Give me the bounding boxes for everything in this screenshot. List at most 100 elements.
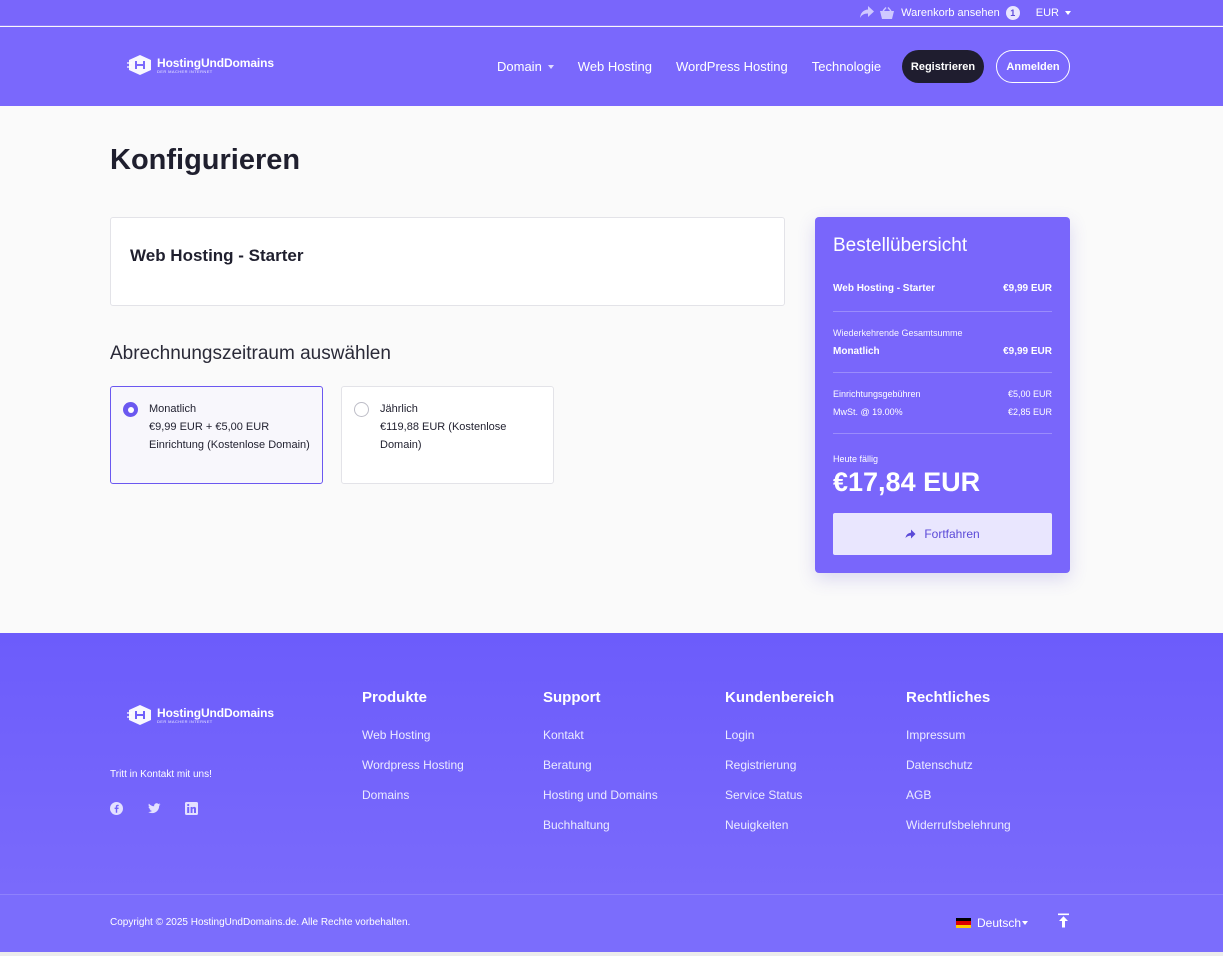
billing-option-price: €119,88 EUR (Kostenlose Domain) (380, 421, 507, 451)
recurring-price: €9,99 EUR (1003, 346, 1052, 357)
divider (833, 433, 1052, 434)
nav-item-technologie[interactable]: Technologie (812, 59, 881, 74)
login-button[interactable]: Anmelden (996, 50, 1070, 83)
footer-column-kundenbereich: Kundenbereich Login Registrierung Servic… (725, 689, 834, 848)
register-button[interactable]: Registrieren (902, 50, 984, 83)
footer-column-heading: Produkte (362, 689, 428, 706)
tax-price: €2,85 EUR (1007, 407, 1052, 417)
nav-item-label: Domain (497, 59, 542, 74)
footer-link[interactable]: Web Hosting (362, 728, 464, 758)
facebook-icon[interactable] (110, 802, 123, 815)
billing-option-yearly[interactable]: Jährlich €119,88 EUR (Kostenlose Domain) (341, 386, 554, 484)
summary-product-row: Web Hosting - Starter €9,99 EUR (833, 283, 1052, 294)
footer-link[interactable]: Impressum (906, 728, 1011, 758)
order-summary: Bestellübersicht Web Hosting - Starter €… (815, 217, 1070, 573)
footer-link[interactable]: Registrierung (725, 758, 834, 788)
cart-count-badge: 1 (1005, 6, 1020, 20)
nav-item-domain[interactable]: Domain (497, 59, 554, 74)
footer-column-heading: Rechtliches (906, 689, 991, 706)
setup-fee-label: Einrichtungsgebühren (833, 389, 921, 399)
footer-column-rechtliches: Rechtliches Impressum Datenschutz AGB Wi… (906, 689, 1011, 848)
nav-item-label: WordPress Hosting (675, 59, 788, 74)
twitter-icon[interactable] (148, 802, 161, 815)
german-flag-icon (956, 918, 971, 928)
brand-logo[interactable]: HostingUndDomains DER MACHER INTERNET (127, 54, 274, 76)
tax-label: MwSt. @ 19.00% (833, 407, 903, 417)
topbar-actions: Warenkorb ansehen 1 EUR (879, 0, 1071, 26)
footer: HostingUndDomains DER MACHER INTERNET Tr… (0, 633, 1223, 894)
summary-recurring-row: Monatlich €9,99 EUR (833, 346, 1052, 357)
billing-option-label: Monatlich (149, 403, 197, 415)
arrow-up-icon[interactable] (1057, 913, 1070, 928)
continue-button[interactable]: Fortfahren (833, 513, 1052, 555)
setup-fee-price: €5,00 EUR (1007, 389, 1052, 399)
share-arrow-icon[interactable] (859, 5, 875, 19)
footer-column-heading: Kundenbereich (725, 689, 835, 706)
footer-column-support: Support Kontakt Beratung Hosting und Dom… (543, 689, 658, 848)
brand-name: HostingUndDomains (157, 55, 274, 70)
nav-item-label: Technologie (811, 59, 882, 74)
page-title: Konfigurieren (110, 144, 301, 176)
product-card: Web Hosting - Starter (110, 217, 785, 306)
view-cart-label: Warenkorb ansehen (901, 7, 1000, 19)
nav-item-label: Web Hosting (577, 59, 652, 74)
footer-brand-logo[interactable]: HostingUndDomains DER MACHER INTERNET (127, 704, 274, 726)
brand-tagline: DER MACHER INTERNET (157, 718, 213, 724)
billing-option-monthly[interactable]: Monatlich €9,99 EUR + €5,00 EUR Einricht… (110, 386, 323, 484)
footer-link[interactable]: Wordpress Hosting (362, 758, 464, 788)
currency-label: EUR (1035, 7, 1059, 19)
logo-mark-icon (127, 55, 151, 75)
footer-link[interactable]: Service Status (725, 788, 834, 818)
linkedin-icon[interactable] (185, 802, 198, 815)
copyright-text: Copyright © 2025 HostingUndDomains.de. A… (110, 917, 411, 928)
currency-selector[interactable]: EUR (1036, 7, 1071, 19)
summary-product-price: €9,99 EUR (1003, 283, 1052, 294)
billing-cycle-title: Abrechnungszeitraum auswählen (110, 343, 391, 364)
footer-column-heading: Support (543, 689, 601, 706)
due-today-label: Heute fällig (833, 454, 879, 464)
divider (833, 311, 1052, 312)
summary-tax-row: MwSt. @ 19.00% €2,85 EUR (833, 407, 1052, 417)
footer-link[interactable]: Beratung (543, 758, 658, 788)
order-summary-title: Bestellübersicht (833, 235, 968, 256)
footer-link[interactable]: Neuigkeiten (725, 818, 834, 848)
contact-text: Tritt in Kontakt mit uns! (110, 769, 212, 780)
due-today-amount: €17,84 EUR (833, 467, 981, 497)
brand-tagline: DER MACHER INTERNET (157, 68, 213, 74)
arrow-right-icon (905, 529, 916, 539)
footer-link[interactable]: Hosting und Domains (543, 788, 658, 818)
footer-link[interactable]: Domains (362, 788, 464, 818)
language-label: Deutsch (977, 916, 1022, 930)
nav-item-web-hosting[interactable]: Web Hosting (578, 59, 652, 74)
radio-unselected[interactable] (354, 402, 369, 417)
chevron-down-icon (1022, 921, 1029, 925)
chevron-down-icon (547, 64, 554, 69)
main-nav: Domain Web Hosting WordPress Hosting Tec… (497, 27, 881, 106)
main-header: HostingUndDomains DER MACHER INTERNET Do… (0, 27, 1223, 106)
recurring-cycle: Monatlich (833, 346, 880, 357)
billing-option-label: Jährlich (380, 403, 418, 415)
footer-column-produkte: Produkte Web Hosting Wordpress Hosting D… (362, 689, 464, 818)
chevron-down-icon (1065, 11, 1071, 15)
language-selector[interactable]: Deutsch (956, 916, 1029, 930)
radio-selected[interactable] (123, 402, 138, 417)
footer-link[interactable]: Kontakt (543, 728, 658, 758)
footer-bottom-bar: Copyright © 2025 HostingUndDomains.de. A… (0, 894, 1223, 952)
footer-link[interactable]: Buchhaltung (543, 818, 658, 848)
top-bar: Warenkorb ansehen 1 EUR (0, 0, 1223, 26)
billing-option-price: €9,99 EUR + €5,00 EUR Einrichtung (Koste… (149, 421, 310, 451)
product-name: Web Hosting - Starter (130, 246, 304, 265)
view-cart-link[interactable]: Warenkorb ansehen 1 (879, 6, 1020, 20)
logo-mark-icon (127, 705, 151, 725)
page-bottom-edge (0, 952, 1223, 956)
footer-link[interactable]: Login (725, 728, 834, 758)
footer-link[interactable]: Widerrufsbelehrung (906, 818, 1011, 848)
footer-link[interactable]: AGB (906, 788, 1011, 818)
brand-name: HostingUndDomains (157, 705, 274, 720)
nav-item-wordpress-hosting[interactable]: WordPress Hosting (676, 59, 788, 74)
divider (833, 372, 1052, 373)
continue-label: Fortfahren (924, 527, 980, 541)
footer-link[interactable]: Datenschutz (906, 758, 1011, 788)
summary-setup-row: Einrichtungsgebühren €5,00 EUR (833, 389, 1052, 399)
recurring-total-label: Wiederkehrende Gesamtsumme (833, 328, 963, 338)
